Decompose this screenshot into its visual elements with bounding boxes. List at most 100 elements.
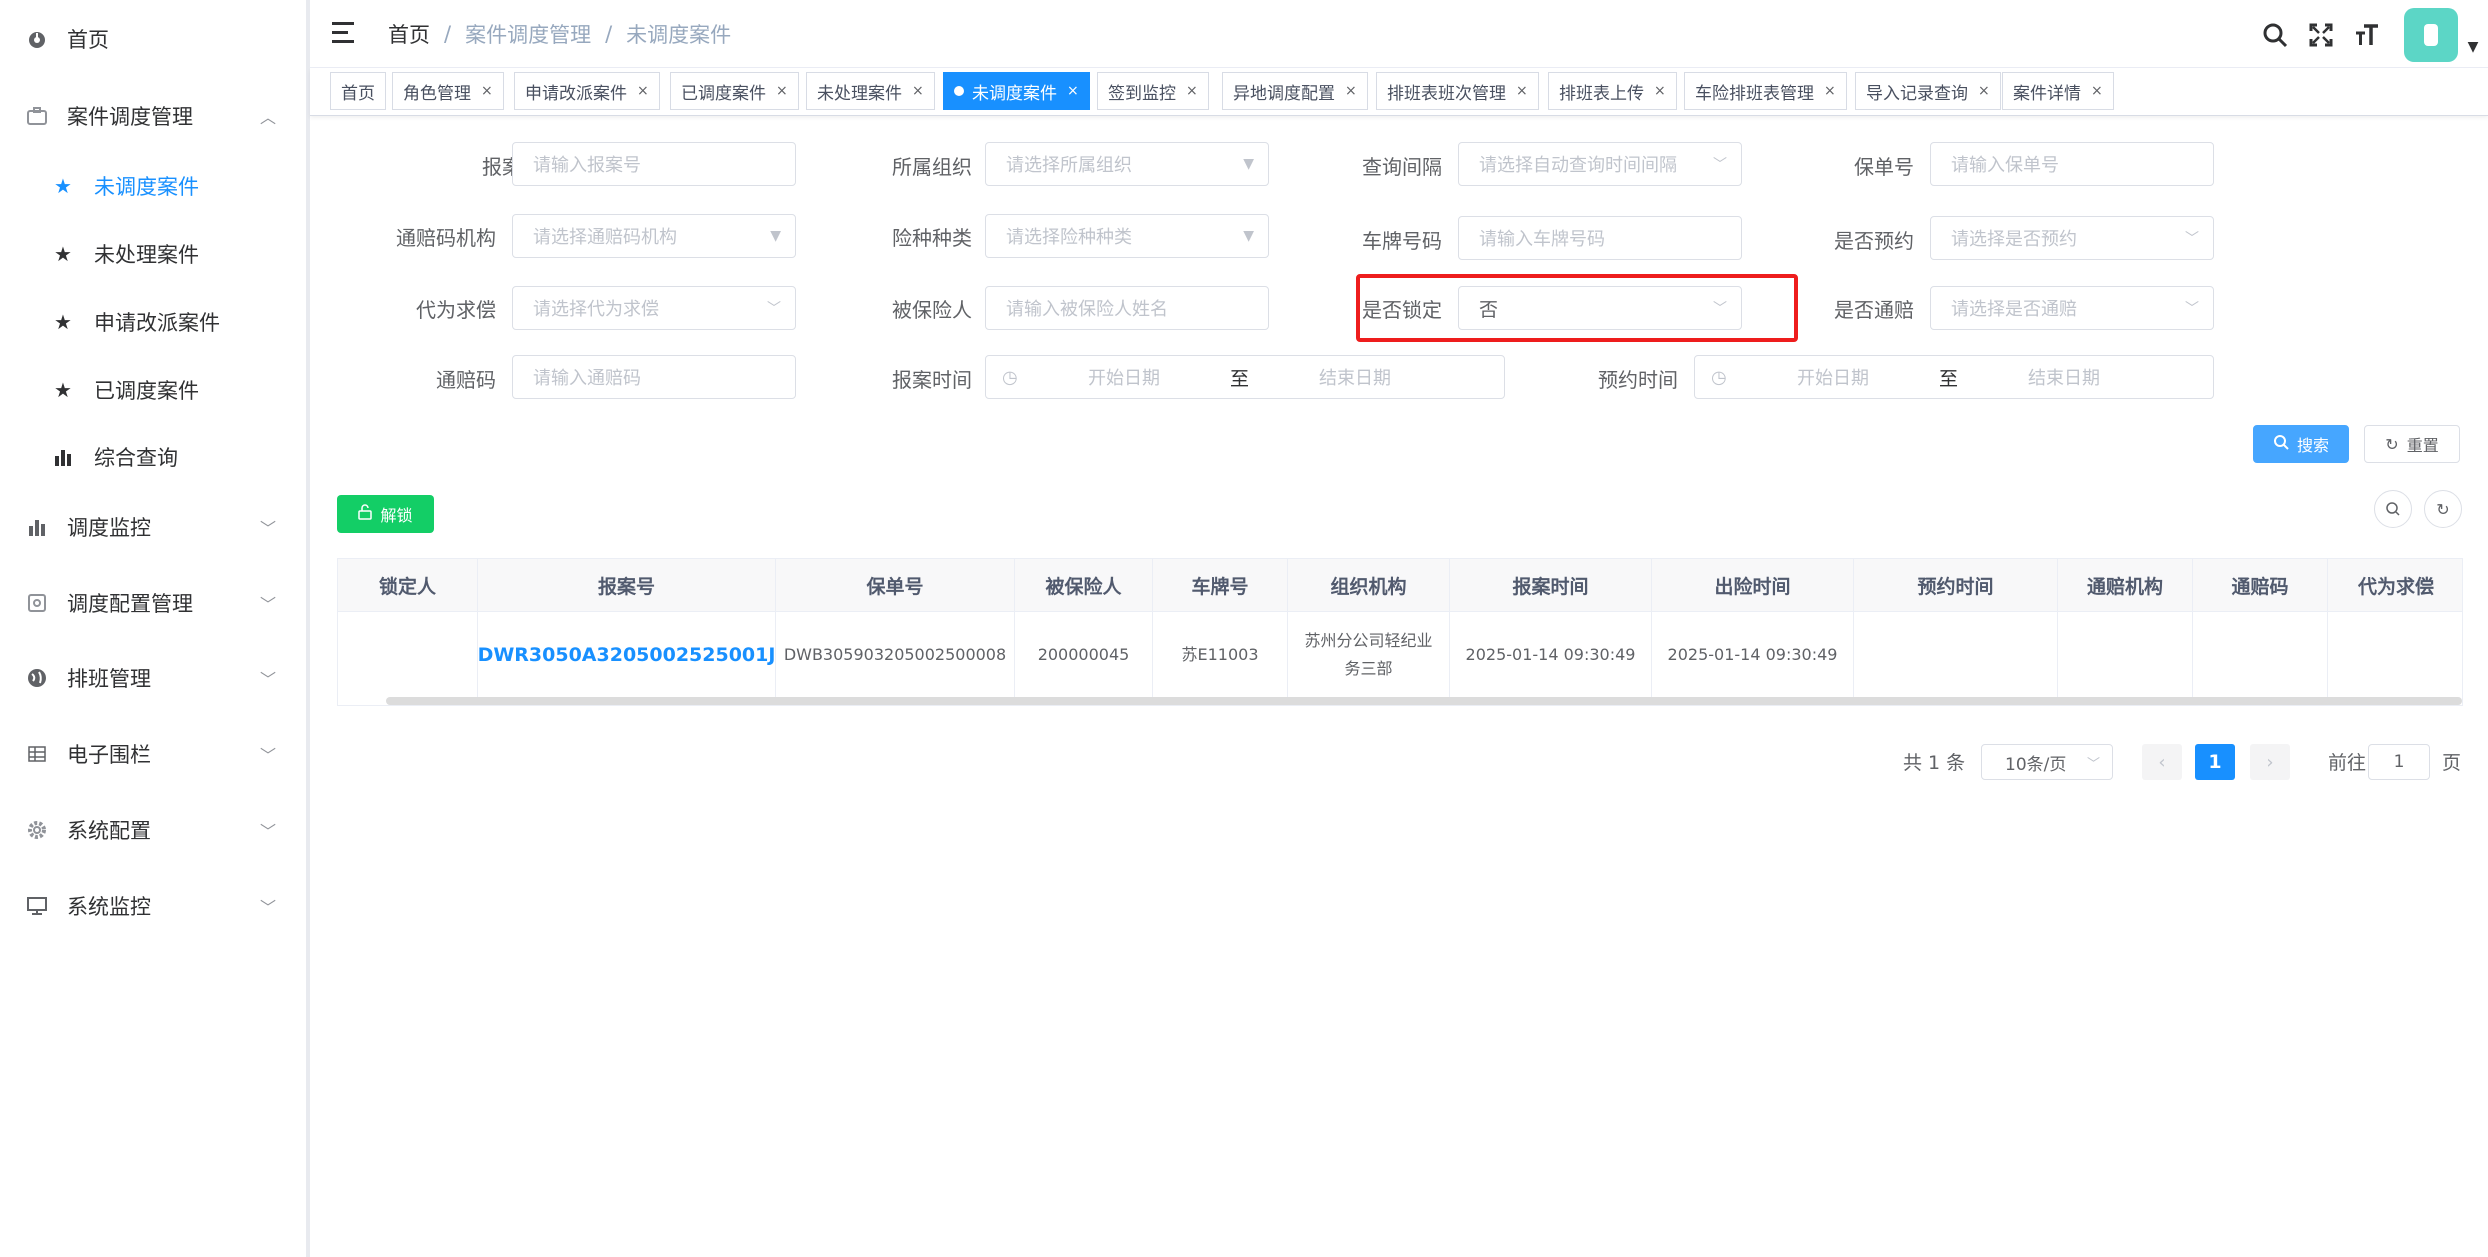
close-icon[interactable]: × bbox=[1978, 83, 1990, 99]
chevron-down-icon: ﹀ bbox=[2185, 301, 2199, 317]
cell-plate: 苏E11003 bbox=[1153, 612, 1288, 697]
tag-scheduled[interactable]: 已调度案件 × bbox=[670, 72, 799, 110]
chevron-up-icon: ︿ bbox=[259, 108, 276, 127]
sidebar-item-reassign[interactable]: ★ 申请改派案件 bbox=[0, 292, 306, 352]
clock-icon: ◷ bbox=[1711, 366, 1727, 388]
tag-home[interactable]: 首页 bbox=[330, 72, 386, 110]
search-icon bbox=[2386, 502, 2400, 516]
horizontal-scrollbar[interactable] bbox=[386, 697, 2462, 705]
tag-unscheduled[interactable]: 未调度案件 × bbox=[943, 72, 1090, 110]
highlight-box bbox=[1356, 274, 1798, 342]
bar-chart-icon bbox=[26, 516, 48, 538]
fullscreen-icon[interactable] bbox=[2298, 10, 2344, 60]
tag-remote-config[interactable]: 异地调度配置 × bbox=[1222, 72, 1368, 110]
star-icon: ★ bbox=[54, 174, 72, 198]
tag-shift-manage[interactable]: 排班表班次管理 × bbox=[1376, 72, 1539, 110]
sidebar-item-fence[interactable]: 电子围栏 ﹀ bbox=[0, 724, 306, 784]
sidebar-item-scheduled[interactable]: ★ 已调度案件 bbox=[0, 360, 306, 420]
tag-shift-upload[interactable]: 排班表上传 × bbox=[1548, 72, 1677, 110]
page-size-select[interactable]: 10条/页 ﹀ bbox=[1981, 744, 2113, 780]
insurance-type-select[interactable]: 请选择险种种类 ▼ bbox=[985, 214, 1269, 258]
insured-input[interactable]: 请输入被保险人姓名 bbox=[985, 286, 1269, 330]
reserve-time-end[interactable]: 结束日期 bbox=[2028, 364, 2100, 390]
sidebar-item-config[interactable]: 调度配置管理 ﹀ bbox=[0, 573, 306, 633]
policy-no-label: 保单号 bbox=[1854, 155, 1914, 179]
tag-import-record[interactable]: 导入记录查询 × bbox=[1855, 72, 2001, 110]
report-no-input[interactable]: 请输入报案号 bbox=[512, 142, 796, 186]
report-time-end[interactable]: 结束日期 bbox=[1319, 364, 1391, 390]
sidebar-item-case-dispatch[interactable]: 案件调度管理 ︿ bbox=[0, 86, 306, 146]
query-interval-select[interactable]: 请选择自动查询时间间隔 ﹀ bbox=[1458, 142, 1742, 186]
sidebar-item-home[interactable]: 首页 bbox=[0, 9, 306, 69]
breadcrumb-home[interactable]: 首页 bbox=[388, 19, 430, 49]
star-icon: ★ bbox=[54, 310, 72, 334]
tag-car-shift[interactable]: 车险排班表管理 × bbox=[1684, 72, 1847, 110]
close-icon[interactable]: × bbox=[776, 83, 788, 99]
pass-code-label: 通赔码 bbox=[436, 368, 496, 392]
org-select[interactable]: 请选择所属组织 ▼ bbox=[985, 142, 1269, 186]
report-time-label: 报案时间 bbox=[892, 368, 972, 392]
close-icon[interactable]: × bbox=[481, 83, 493, 99]
top-navbar: 首页 / 案件调度管理 / 未调度案件 ▼ bbox=[310, 0, 2488, 68]
reserve-time-start[interactable]: 开始日期 bbox=[1797, 364, 1869, 390]
toggle-search-button[interactable] bbox=[2374, 490, 2412, 528]
close-icon[interactable]: × bbox=[2091, 83, 2103, 99]
sidebar-item-unprocessed[interactable]: ★ 未处理案件 bbox=[0, 224, 306, 284]
close-icon[interactable]: × bbox=[1516, 83, 1528, 99]
sidebar-item-unscheduled[interactable]: ★ 未调度案件 bbox=[0, 156, 306, 216]
sidebar-item-sys-config[interactable]: 系统配置 ﹀ bbox=[0, 800, 306, 860]
pass-code-input[interactable]: 请输入通赔码 bbox=[512, 355, 796, 399]
grid-icon bbox=[26, 743, 48, 765]
close-icon[interactable]: × bbox=[1824, 83, 1836, 99]
cell-report-no-link[interactable]: DWR3050A3205002525001J bbox=[478, 612, 776, 697]
sidebar-item-query[interactable]: 综合查询 bbox=[0, 427, 306, 487]
star-icon: ★ bbox=[54, 242, 72, 266]
page-1-button[interactable]: 1 bbox=[2195, 744, 2235, 780]
chevron-down-icon: ﹀ bbox=[259, 898, 276, 917]
tag-sign-monitor[interactable]: 签到监控 × bbox=[1097, 72, 1209, 110]
close-icon[interactable]: × bbox=[1067, 83, 1079, 99]
tag-reassign[interactable]: 申请改派案件 × bbox=[514, 72, 660, 110]
report-time-range[interactable]: ◷ 开始日期 至 结束日期 bbox=[985, 355, 1505, 399]
tag-role[interactable]: 角色管理 × bbox=[392, 72, 504, 110]
chevron-down-icon: ﹀ bbox=[767, 301, 781, 317]
reset-button[interactable]: ↻ 重置 bbox=[2364, 425, 2460, 463]
close-icon[interactable]: × bbox=[1186, 83, 1198, 99]
cell-pass-org bbox=[2058, 612, 2193, 697]
close-icon[interactable]: × bbox=[1345, 83, 1357, 99]
proxy-claim-select[interactable]: 请选择代为求偿 ﹀ bbox=[512, 286, 796, 330]
refresh-button[interactable]: ↻ bbox=[2424, 490, 2462, 528]
search-button[interactable]: 搜索 bbox=[2253, 425, 2349, 463]
caret-down-icon: ▼ bbox=[1243, 156, 1254, 172]
caret-down-icon[interactable]: ▼ bbox=[2458, 39, 2488, 55]
prev-page-button[interactable]: ‹ bbox=[2142, 744, 2182, 780]
pass-org-select[interactable]: 请选择通赔码机构 ▼ bbox=[512, 214, 796, 258]
search-icon[interactable] bbox=[2252, 10, 2298, 60]
close-icon[interactable]: × bbox=[1654, 83, 1666, 99]
header-toolbar: ▼ bbox=[2252, 8, 2488, 62]
reserve-time-range[interactable]: ◷ 开始日期 至 结束日期 bbox=[1694, 355, 2214, 399]
plate-no-input[interactable]: 请输入车牌号码 bbox=[1458, 216, 1742, 260]
close-icon[interactable]: × bbox=[912, 83, 924, 99]
is-reserved-select[interactable]: 请选择是否预约 ﹀ bbox=[1930, 216, 2214, 260]
jump-page-input[interactable]: 1 bbox=[2368, 744, 2430, 780]
tag-unprocessed[interactable]: 未处理案件 × bbox=[806, 72, 935, 110]
sidebar-item-monitor[interactable]: 调度监控 ﹀ bbox=[0, 497, 306, 557]
unlock-button[interactable]: 解锁 bbox=[337, 495, 434, 533]
case-icon bbox=[26, 105, 48, 127]
close-icon[interactable]: × bbox=[637, 83, 649, 99]
sidebar-item-schedule[interactable]: 排班管理 ﹀ bbox=[0, 648, 306, 708]
tag-case-detail[interactable]: 案件详情 × bbox=[2002, 72, 2114, 110]
cell-policy-no: DWB3059032050025000​08 bbox=[776, 612, 1015, 697]
hamburger-icon[interactable] bbox=[332, 22, 358, 44]
user-avatar[interactable] bbox=[2404, 8, 2458, 62]
is-pass-select[interactable]: 请选择是否通赔 ﹀ bbox=[1930, 286, 2214, 330]
font-size-icon[interactable] bbox=[2344, 10, 2390, 60]
col-proxy-claim: 代为求偿 bbox=[2357, 576, 2434, 598]
report-time-start[interactable]: 开始日期 bbox=[1088, 364, 1160, 390]
sidebar-item-sys-monitor[interactable]: 系统监控 ﹀ bbox=[0, 876, 306, 936]
breadcrumb-case-dispatch[interactable]: 案件调度管理 bbox=[465, 19, 591, 49]
policy-no-input[interactable]: 请输入保单号 bbox=[1930, 142, 2214, 186]
caret-down-icon: ▼ bbox=[1243, 228, 1254, 244]
next-page-button[interactable]: › bbox=[2250, 744, 2290, 780]
